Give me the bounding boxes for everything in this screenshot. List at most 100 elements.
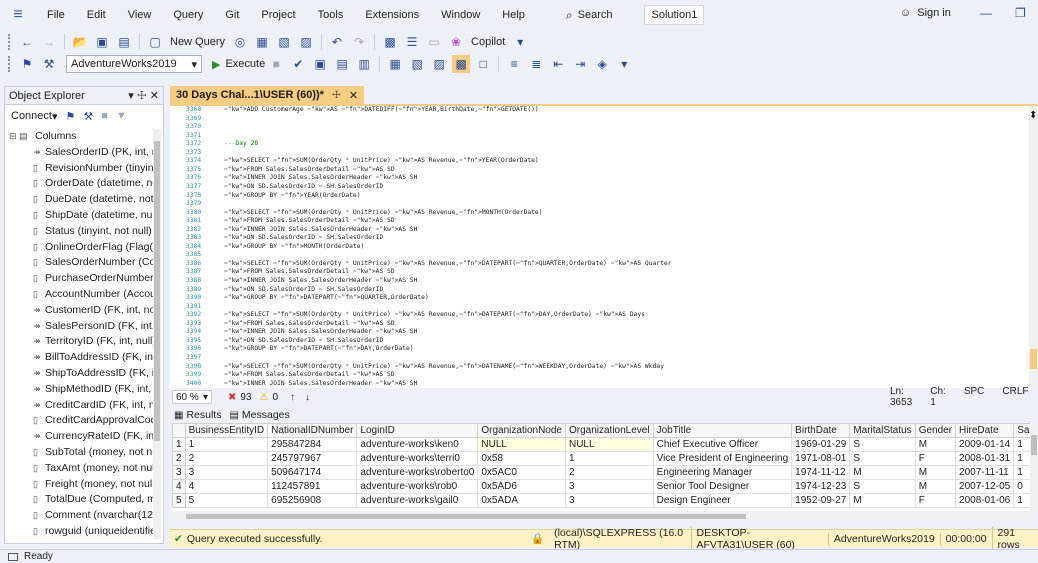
results-to-file-icon[interactable]: □ xyxy=(474,55,492,73)
tab-results[interactable]: ▦ Results xyxy=(170,409,225,421)
row-number[interactable]: 4 xyxy=(172,479,186,494)
tree-node-column[interactable]: ▯ SubTotal (money, not nu xyxy=(5,445,155,461)
table-cell[interactable]: Chief Executive Officer xyxy=(652,437,793,452)
database-select[interactable]: AdventureWorks2019 ▾ xyxy=(66,55,202,73)
table-cell[interactable]: 0 xyxy=(1013,479,1030,494)
table-cell[interactable]: S xyxy=(849,451,916,466)
activity-monitor-icon[interactable]: ▩ xyxy=(381,33,399,51)
estimated-plan-icon[interactable]: ▣ xyxy=(311,55,329,73)
table-cell[interactable]: Engineering Manager xyxy=(652,465,793,480)
expand-collapse-icon[interactable]: ⊟ ▤ xyxy=(9,129,28,145)
table-cell[interactable]: Design Engineer xyxy=(652,493,793,508)
minimize-button[interactable]: — xyxy=(980,6,992,20)
table-cell[interactable]: 0x5ADA xyxy=(477,493,566,508)
row-number[interactable]: 2 xyxy=(172,451,186,466)
toolbar-overflow-icon[interactable]: ▾ xyxy=(615,55,633,73)
toolbox-icon[interactable]: ▭ xyxy=(425,33,443,51)
column-header[interactable]: SalariedFl xyxy=(1013,423,1030,438)
table-cell[interactable]: 4 xyxy=(184,479,269,494)
split-editor-icon[interactable]: ⬍ xyxy=(1029,110,1038,122)
stop-icon[interactable]: ■ xyxy=(101,110,108,122)
table-cell[interactable]: adventure-works\ken0 xyxy=(356,437,479,452)
table-cell[interactable]: 1 xyxy=(564,451,654,466)
tree-node-column[interactable]: ▯ OnlineOrderFlag (Flag(b xyxy=(5,240,155,256)
properties-icon[interactable]: ☰ xyxy=(403,33,421,51)
close-icon[interactable]: ✕ xyxy=(349,89,358,102)
table-cell[interactable]: 1 xyxy=(1013,437,1030,452)
table-cell[interactable]: 695256908 xyxy=(267,493,358,508)
table-cell[interactable]: 2008-01-31 xyxy=(955,451,1015,466)
tree-node-column[interactable]: ▯ Status (tinyint, not null) xyxy=(5,224,155,240)
query-tab[interactable]: 30 Days Chal...1\USER (60))* ☩ ✕ xyxy=(170,86,365,104)
table-cell[interactable]: 295847284 xyxy=(267,437,358,452)
table-cell[interactable]: 1952-09-27 xyxy=(791,493,851,508)
menu-query[interactable]: Query xyxy=(162,0,214,30)
table-cell[interactable]: M xyxy=(849,465,916,480)
scroll-thumb[interactable] xyxy=(186,514,746,519)
object-explorer-scrollbar[interactable] xyxy=(153,129,161,539)
tree-node-column[interactable]: ▯ TotalDue (Computed, m xyxy=(5,492,155,508)
pin-icon[interactable]: ☩ xyxy=(332,90,341,101)
next-arrow-icon[interactable]: ↓ xyxy=(305,392,310,403)
row-number-header[interactable] xyxy=(172,423,186,438)
connect-button[interactable]: Connect xyxy=(11,110,52,122)
table-cell[interactable]: 1971-08-01 xyxy=(791,451,851,466)
table-cell[interactable]: 3 xyxy=(184,465,269,480)
tree-node-column[interactable]: ↠ BillToAddressID (FK, int, xyxy=(5,350,155,366)
change-connection-icon[interactable]: ⚒ xyxy=(40,55,58,73)
execute-button[interactable]: ▶ Execute xyxy=(212,58,265,71)
table-cell[interactable]: 2 xyxy=(184,451,269,466)
copilot-button[interactable]: Copilot xyxy=(471,36,505,48)
tree-node-column[interactable]: ▯ CreditCardApprovalCod xyxy=(5,413,155,429)
filter-icon[interactable]: ▼ xyxy=(116,110,127,122)
warning-indicator[interactable]: ⚠ 0 xyxy=(260,392,279,403)
stop-icon[interactable]: ■ xyxy=(267,55,285,73)
tree-node-column[interactable]: ↠ CurrencyRateID (FK, int, xyxy=(5,429,155,445)
menu-help[interactable]: Help xyxy=(491,0,536,30)
table-cell[interactable]: 3 xyxy=(564,479,654,494)
table-cell[interactable]: 0x5AC0 xyxy=(477,465,566,480)
new-query-icon[interactable]: ▢ xyxy=(146,33,164,51)
connect-icon[interactable]: ⚑ xyxy=(66,110,76,123)
undo-icon[interactable]: ↶ xyxy=(328,33,346,51)
menu-file[interactable]: File xyxy=(36,0,76,30)
save-all-icon[interactable]: ▤ xyxy=(115,33,133,51)
row-number[interactable]: 1 xyxy=(172,437,186,452)
decrease-indent-icon[interactable]: ⇤ xyxy=(549,55,567,73)
table-cell[interactable]: S xyxy=(849,479,916,494)
table-cell[interactable]: 0x58 xyxy=(477,451,566,466)
tab-messages[interactable]: ▤ Messages xyxy=(225,409,293,421)
table-cell[interactable]: S xyxy=(849,437,916,452)
tree-node-column[interactable]: ▯ PurchaseOrderNumber ( xyxy=(5,271,155,287)
menu-extensions[interactable]: Extensions xyxy=(354,0,430,30)
table-cell[interactable]: 245797967 xyxy=(267,451,358,466)
table-cell[interactable]: 2009-01-14 xyxy=(955,437,1015,452)
parse-check-icon[interactable]: ✔ xyxy=(289,55,307,73)
restore-button[interactable]: ❐ xyxy=(1015,6,1026,20)
open-folder-icon[interactable]: 📂 xyxy=(71,33,89,51)
copilot-icon[interactable]: ❀ xyxy=(447,33,465,51)
table-cell[interactable]: NULL xyxy=(477,437,566,452)
table-cell[interactable]: 2008-01-06 xyxy=(955,493,1015,508)
pin-icon[interactable]: ☩ xyxy=(137,90,147,102)
back-icon[interactable]: ← xyxy=(18,33,36,51)
table-cell[interactable]: 2007-12-05 xyxy=(955,479,1015,494)
actual-plan-icon[interactable]: ▧ xyxy=(408,55,426,73)
table-cell[interactable]: 2 xyxy=(564,465,654,480)
tree-node-column[interactable]: ↠ CreditCardID (FK, int, nu xyxy=(5,398,155,414)
dmx-query-icon[interactable]: ▨ xyxy=(297,33,315,51)
tree-node-column[interactable]: ▯ ShipDate (datetime, null xyxy=(5,208,155,224)
tree-node-column[interactable]: ▯ OrderDate (datetime, nc xyxy=(5,176,155,192)
row-number[interactable]: 5 xyxy=(172,493,186,508)
close-icon[interactable]: ✕ xyxy=(150,90,159,102)
results-to-grid-icon[interactable]: ▩ xyxy=(452,55,471,73)
results-horizontal-scrollbar[interactable] xyxy=(172,512,1032,521)
increase-indent-icon[interactable]: ⇥ xyxy=(571,55,589,73)
table-cell[interactable]: 1974-11-12 xyxy=(791,465,851,480)
table-cell[interactable]: M xyxy=(914,465,957,480)
chevron-down-icon[interactable]: ▾ xyxy=(52,110,58,123)
table-row[interactable]: 5 5 695256908 adventure-works\gail0 0x5ADA 3 D… xyxy=(172,493,1030,508)
menu-tools[interactable]: Tools xyxy=(307,0,355,30)
table-cell[interactable]: Vice President of Engineering xyxy=(652,451,793,466)
uncomment-icon[interactable]: ≣ xyxy=(527,55,545,73)
